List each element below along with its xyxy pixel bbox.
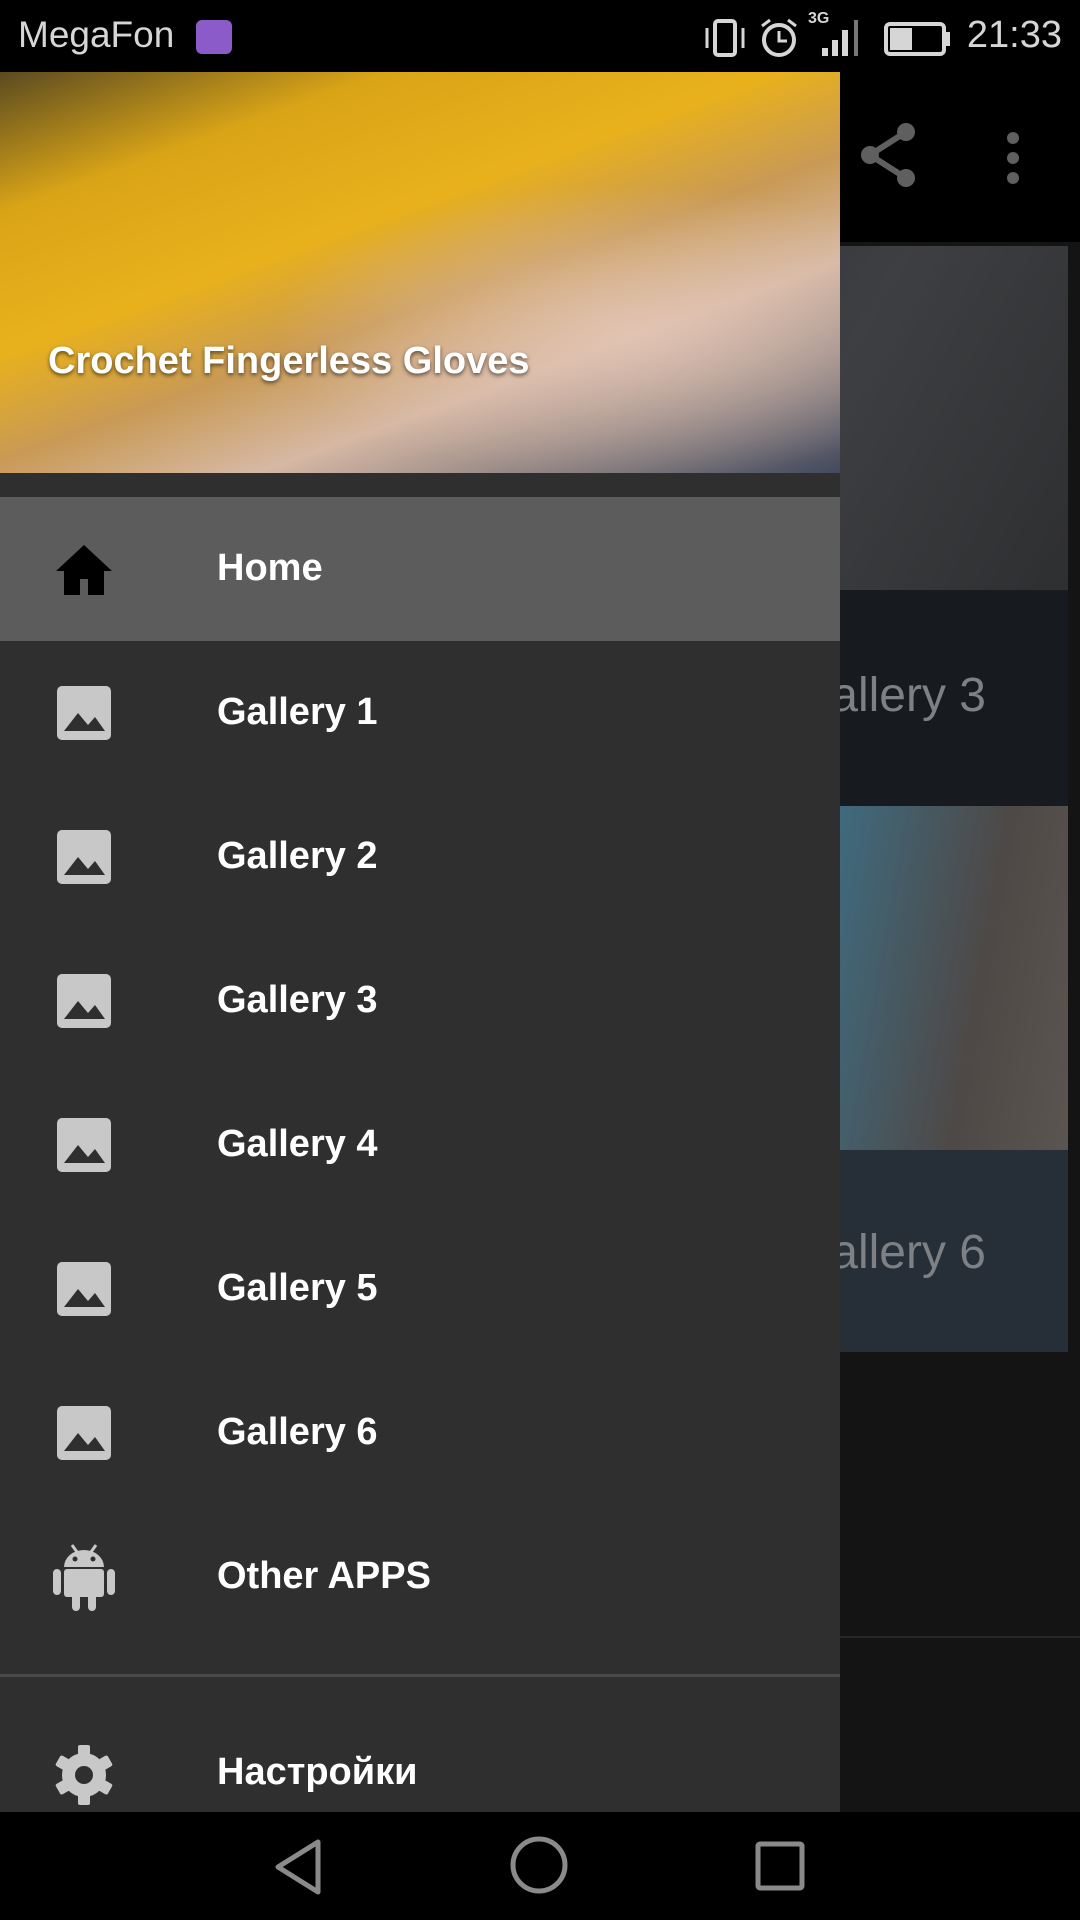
drawer-item-home[interactable]: Home	[0, 497, 840, 641]
drawer-item-label: Настройки	[217, 1751, 418, 1793]
system-nav-bar	[0, 1812, 1080, 1920]
drawer-item-label: Gallery 6	[217, 1411, 378, 1453]
home-icon	[56, 545, 112, 595]
drawer-item-label: Gallery 3	[217, 979, 378, 1021]
signal-icon	[822, 20, 858, 56]
drawer-item-gallery-3[interactable]: Gallery 3	[0, 929, 840, 1073]
share-icon[interactable]	[860, 122, 918, 188]
drawer-item-label: Other APPS	[217, 1555, 431, 1597]
image-icon	[57, 1262, 111, 1316]
header-image	[0, 72, 840, 473]
drawer-header: Crochet Fingerless Gloves	[0, 72, 840, 473]
image-icon	[57, 686, 111, 740]
drawer-item-gallery-2[interactable]: Gallery 2	[0, 785, 840, 929]
header-title: Crochet Fingerless Gloves	[48, 340, 530, 382]
drawer-item-gallery-6[interactable]: Gallery 6	[0, 1361, 840, 1505]
alarm-icon	[761, 18, 797, 57]
more-options-icon[interactable]	[1004, 130, 1022, 186]
gallery-notification-icon	[196, 20, 232, 54]
back-icon[interactable]	[272, 1837, 326, 1897]
drawer-item-gallery-1[interactable]: Gallery 1	[0, 641, 840, 785]
drawer-item-gallery-4[interactable]: Gallery 4	[0, 1073, 840, 1217]
drawer-item-settings[interactable]: Настройки	[0, 1701, 840, 1812]
status-bar: MegaFon 3G 21:33	[0, 0, 1080, 72]
android-icon	[53, 1544, 115, 1611]
navigation-drawer: Crochet Fingerless Gloves Home Gallery 1…	[0, 72, 840, 1812]
image-icon	[57, 830, 111, 884]
battery-icon	[884, 22, 950, 56]
drawer-item-gallery-5[interactable]: Gallery 5	[0, 1217, 840, 1361]
bottom-divider	[840, 1636, 1080, 1638]
settings-gear-icon	[55, 1745, 113, 1805]
drawer-item-label: Home	[217, 547, 323, 589]
drawer-item-label: Gallery 4	[217, 1123, 378, 1165]
recents-icon[interactable]	[754, 1840, 806, 1892]
drawer-item-other-apps[interactable]: Other APPS	[0, 1505, 840, 1649]
image-icon	[57, 974, 111, 1028]
drawer-divider	[0, 1674, 840, 1677]
vibrate-icon	[705, 19, 745, 57]
drawer-item-label: Gallery 5	[217, 1267, 378, 1309]
carrier-name: MegaFon	[18, 14, 175, 55]
drawer-item-label: Gallery 2	[217, 835, 378, 877]
clock: 21:33	[966, 14, 1062, 56]
image-icon	[57, 1118, 111, 1172]
image-icon	[57, 1406, 111, 1460]
home-nav-icon[interactable]	[508, 1834, 570, 1896]
drawer-item-label: Gallery 1	[217, 691, 378, 733]
